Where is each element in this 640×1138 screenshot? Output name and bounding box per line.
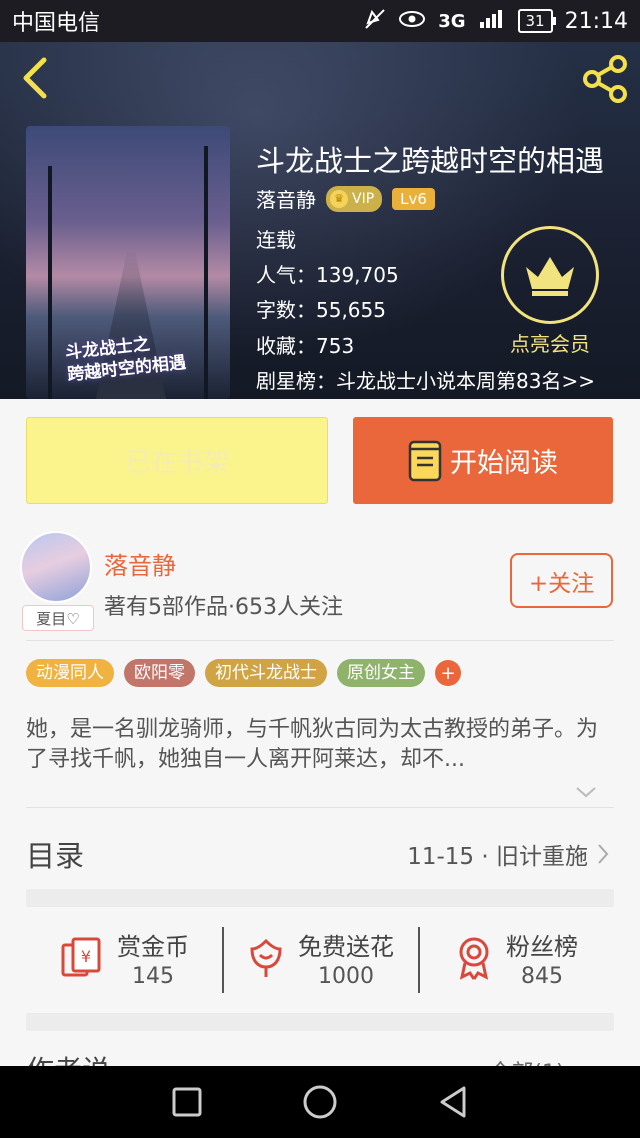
signal-icon [478, 8, 506, 35]
network-label: 3G [438, 10, 466, 32]
crown-icon: ♛ [330, 189, 348, 208]
triangle-back-icon [440, 1086, 466, 1118]
square-icon [172, 1087, 202, 1117]
eye-icon [398, 10, 426, 33]
free-flower-label: 免费送花 [298, 933, 394, 961]
cover-title: 斗龙战士之 跨越时空的相遇 [64, 330, 187, 386]
medal-icon [459, 937, 489, 980]
free-flower-stat[interactable]: 免费送花 1000 [222, 923, 418, 993]
fan-rank-stat[interactable]: 粉丝榜 845 [418, 923, 614, 993]
book-cover[interactable]: 斗龙战士之 跨越时空的相遇 [26, 126, 230, 399]
tag-anime[interactable]: 动漫同人 [26, 659, 114, 687]
flower-icon [250, 938, 282, 977]
fan-rank-value: 845 [521, 964, 563, 989]
cover-pole [48, 166, 52, 399]
author-row: 落音静 ♛ VIP Lv6 [256, 184, 435, 213]
crown-icon [526, 257, 574, 296]
clock: 21:14 [564, 8, 628, 34]
vip-badge: ♛ VIP [326, 185, 383, 212]
tag-original-heroine[interactable]: 原创女主 [337, 659, 425, 687]
author-link[interactable]: 落音静 [256, 184, 316, 213]
book-icon [408, 440, 442, 481]
status-bar: 中国电信 3G 31 21:14 [0, 0, 640, 42]
follow-button[interactable]: +关注 [510, 553, 613, 608]
share-icon [583, 55, 627, 103]
author-name[interactable]: 落音静 [104, 546, 176, 581]
popularity: 人气：139,705 [256, 263, 399, 287]
book-hero: 斗龙战士之 跨越时空的相遇 斗龙战士之跨越时空的相遇 落音静 ♛ VIP Lv6… [0, 42, 640, 399]
book-description: 她，是一名驯龙骑师，与千帆狄古同为太古教授的弟子。为了寻找千帆，她独自一人离开阿… [26, 717, 599, 772]
tag-list: 动漫同人 欧阳零 初代斗龙战士 原创女主 + [26, 659, 461, 687]
status-icons: 3G 31 21:14 [364, 8, 628, 35]
start-reading-button[interactable]: 开始阅读 [353, 417, 613, 504]
recents-button[interactable] [167, 1082, 207, 1122]
stats-row: ¥ 赏金币 145 免费送花 1000 粉丝榜 845 [26, 923, 614, 993]
section-separator [26, 889, 614, 907]
circle-icon [303, 1085, 337, 1119]
svg-text:¥: ¥ [81, 947, 91, 966]
back-button[interactable] [16, 56, 56, 100]
home-button[interactable] [300, 1082, 340, 1122]
latest-chapter-link[interactable]: 11-15 · 旧计重施 [407, 837, 610, 871]
share-button[interactable] [580, 54, 630, 104]
serial-status: 连载 [256, 228, 296, 252]
word-count: 字数：55,655 [256, 298, 386, 322]
more-tags-button[interactable]: + [435, 660, 461, 686]
battery-indicator: 31 [517, 9, 556, 33]
system-nav-bar [0, 1066, 640, 1138]
start-reading-label: 开始阅读 [450, 448, 558, 479]
level-badge: Lv6 [392, 187, 435, 210]
reward-coin-label: 赏金币 [117, 933, 189, 961]
chevron-left-icon [23, 57, 47, 99]
reward-coin-stat[interactable]: ¥ 赏金币 145 [26, 923, 222, 993]
back-nav-button[interactable] [433, 1082, 473, 1122]
latest-chapter-label: 11-15 · 旧计重施 [407, 844, 588, 870]
member-button[interactable]: 点亮会员 [500, 226, 600, 357]
chevron-down-icon [576, 787, 596, 798]
fan-rank-label: 粉丝榜 [506, 933, 578, 961]
tag-ouyang-ling[interactable]: 欧阳零 [124, 659, 195, 687]
coin-envelope-icon: ¥ [61, 937, 101, 977]
expand-description-button[interactable] [574, 784, 598, 800]
in-shelf-button[interactable]: 已在书架 [26, 417, 328, 504]
tag-dragon-warrior[interactable]: 初代斗龙战士 [205, 659, 327, 687]
mute-icon [364, 8, 386, 35]
carrier-label: 中国电信 [12, 11, 101, 36]
catalog-title[interactable]: 目录 [26, 833, 84, 875]
member-label: 点亮会员 [510, 332, 590, 356]
author-meta: 著有5部作品·653人关注 [104, 595, 343, 620]
favorites-count: 收藏：753 [256, 334, 355, 358]
author-avatar[interactable] [20, 531, 92, 603]
free-flower-value: 1000 [318, 964, 374, 989]
section-separator [26, 1013, 614, 1031]
book-detail-content: 已在书架 开始阅读 夏目♡ 落音静 著有5部作品·653人关注 +关注 动漫同人… [0, 399, 640, 1087]
member-circle [501, 226, 599, 324]
vip-label: VIP [352, 190, 375, 207]
cover-title-text: 斗龙战士之 跨越时空的相遇 [64, 334, 187, 386]
reward-coin-value: 145 [132, 964, 174, 989]
rank-link[interactable]: 剧星榜：斗龙战士小说本周第83名>> [256, 365, 595, 394]
cover-pole [204, 146, 208, 399]
divider [26, 640, 614, 641]
divider [26, 807, 614, 808]
chevron-right-icon [598, 844, 609, 864]
avatar-tag: 夏目♡ [22, 605, 94, 631]
book-title: 斗龙战士之跨越时空的相遇 [256, 144, 605, 178]
